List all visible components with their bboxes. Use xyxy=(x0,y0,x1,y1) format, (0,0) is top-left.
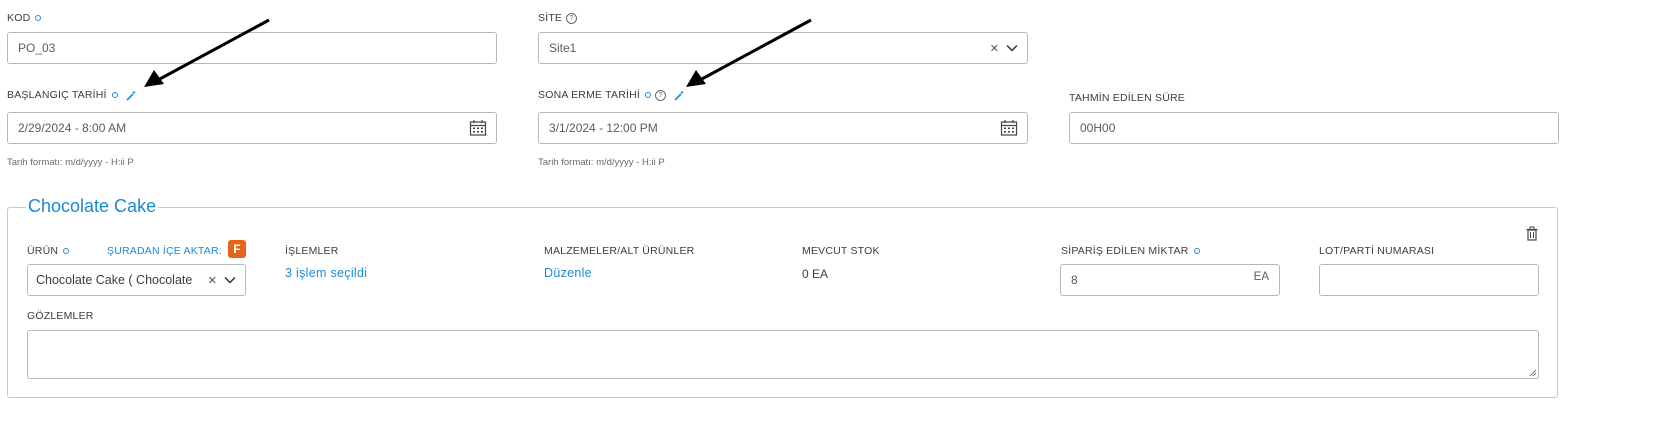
start-date-input[interactable]: 2/29/2024 - 8:00 AM xyxy=(7,112,497,144)
notes-label: GÖZLEMLER xyxy=(27,310,94,322)
stock-label: MEVCUT STOK xyxy=(802,245,880,257)
end-date-value: 3/1/2024 - 12:00 PM xyxy=(549,121,658,135)
estimated-duration-label: TAHMİN EDİLEN SÜRE xyxy=(1069,92,1186,104)
stock-value: 0 EA xyxy=(802,267,829,281)
ordered-qty-label: SİPARİŞ EDİLEN MİKTAR xyxy=(1061,245,1200,257)
site-label-text: SİTE xyxy=(538,12,563,24)
magic-wand-icon[interactable] xyxy=(674,90,685,101)
help-icon[interactable]: ? xyxy=(655,89,666,101)
required-indicator xyxy=(1193,248,1200,254)
product-select-value: Chocolate Cake ( Chocolate xyxy=(36,273,193,287)
end-date-input[interactable]: 3/1/2024 - 12:00 PM xyxy=(538,112,1028,144)
site-label: SİTE ? xyxy=(538,12,578,24)
estimated-duration-input[interactable]: 00H00 xyxy=(1069,112,1559,144)
required-indicator xyxy=(35,15,42,21)
trash-icon[interactable] xyxy=(1525,226,1539,241)
materials-label: MALZEMELER/ALT ÜRÜNLER xyxy=(544,245,695,257)
fusion-app-icon[interactable]: F xyxy=(228,240,246,258)
clear-icon[interactable]: ✕ xyxy=(990,42,999,55)
product-label-text: ÜRÜN xyxy=(27,245,59,257)
end-date-hint: Tarih formatı: m/d/yyyy - H:ii P xyxy=(538,157,665,168)
operations-label: İŞLEMLER xyxy=(285,245,339,257)
lot-label: LOT/PARTİ NUMARASI xyxy=(1319,245,1435,257)
operations-link[interactable]: 3 işlem seçildi xyxy=(285,266,367,280)
calendar-icon[interactable] xyxy=(1000,119,1018,137)
lot-input[interactable] xyxy=(1319,264,1539,296)
chevron-down-icon[interactable] xyxy=(1005,41,1019,55)
required-indicator xyxy=(63,248,70,254)
kod-label: KOD xyxy=(7,12,42,24)
end-date-label-text: SONA ERME TARİHİ xyxy=(538,89,640,101)
end-date-label: SONA ERME TARİHİ ? xyxy=(538,89,685,101)
estimated-duration-value: 00H00 xyxy=(1080,121,1116,135)
start-date-value: 2/29/2024 - 8:00 AM xyxy=(18,121,127,135)
annotation-arrow xyxy=(144,18,270,87)
clear-icon[interactable]: ✕ xyxy=(208,274,217,287)
annotation-arrow xyxy=(686,18,812,87)
ordered-qty-input[interactable]: 8 EA xyxy=(1060,264,1280,296)
section-title: Chocolate Cake xyxy=(26,196,159,217)
resize-handle-icon[interactable] xyxy=(1529,369,1537,377)
start-date-label-text: BAŞLANGIÇ TARİHİ xyxy=(7,89,107,101)
ordered-qty-value: 8 xyxy=(1071,273,1078,287)
product-select[interactable]: Chocolate Cake ( Chocolate ✕ xyxy=(27,264,246,296)
chevron-down-icon[interactable] xyxy=(223,273,237,287)
import-link-text: ŞURADAN İÇE AKTAR: xyxy=(107,245,222,257)
product-label: ÜRÜN xyxy=(27,245,70,257)
calendar-icon[interactable] xyxy=(469,119,487,137)
ordered-qty-label-text: SİPARİŞ EDİLEN MİKTAR xyxy=(1061,245,1189,257)
import-from-link[interactable]: ŞURADAN İÇE AKTAR: F xyxy=(107,240,246,258)
notes-textarea[interactable] xyxy=(27,330,1539,379)
required-indicator xyxy=(111,92,118,98)
edit-materials-link[interactable]: Düzenle xyxy=(544,266,592,280)
kod-label-text: KOD xyxy=(7,12,31,24)
start-date-label: BAŞLANGIÇ TARİHİ xyxy=(7,89,137,101)
help-icon[interactable]: ? xyxy=(566,12,578,24)
start-date-hint: Tarih formatı: m/d/yyyy - H:ii P xyxy=(7,157,134,168)
required-indicator xyxy=(645,92,651,98)
unit-label: EA xyxy=(1253,271,1269,283)
magic-wand-icon[interactable] xyxy=(126,90,137,101)
